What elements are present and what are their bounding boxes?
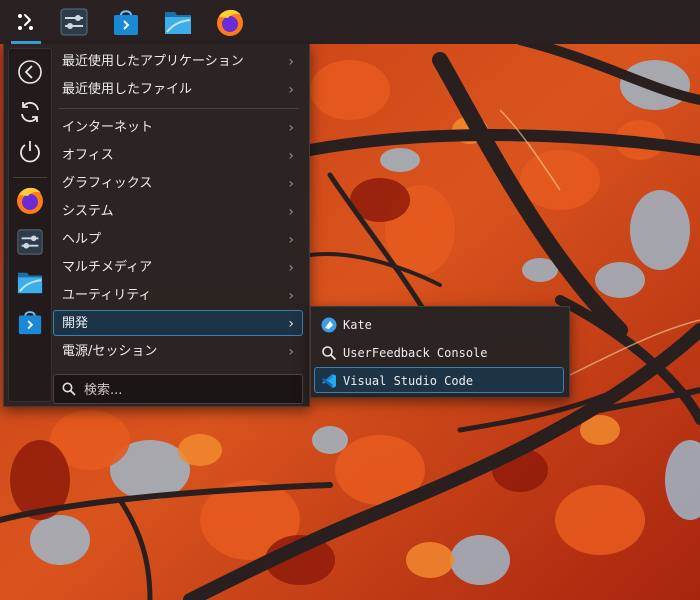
chevron-right-icon: › [288,54,294,70]
category-utilities[interactable]: ユーティリティ › [53,282,303,308]
power-icon [20,141,40,163]
app-label: Kate [343,318,372,332]
search-input[interactable] [82,379,296,401]
chevron-right-icon: › [288,82,294,98]
chevron-right-icon: › [288,288,294,304]
pinned-system-settings[interactable] [56,4,92,40]
category-label: グラフィックス [62,176,153,191]
firefox-icon [217,9,243,36]
back-button[interactable] [13,55,47,89]
app-kate[interactable]: Kate [314,311,564,337]
category-label: インターネット [62,120,154,135]
search-icon [62,382,76,396]
pinned-discover[interactable] [108,4,144,40]
category-development[interactable]: 開発 › [53,310,303,336]
category-help[interactable]: ヘルプ › [53,226,303,252]
app-label: Visual Studio Code [343,374,474,388]
app-userfeedback-console[interactable]: UserFeedback Console [314,339,564,365]
top-panel [0,0,700,44]
category-separator [59,108,299,109]
sidebar-separator [13,177,47,178]
chevron-right-icon: › [288,316,294,332]
category-power-session[interactable]: 電源/セッション › [53,338,303,364]
category-label: 最近使用したアプリケーション [62,54,244,69]
system-settings-icon [17,229,43,255]
favorite-discover[interactable] [13,305,47,339]
chevron-right-icon: › [288,176,294,192]
kde-launcher-icon [18,14,33,30]
search-field[interactable] [53,374,303,404]
dolphin-files-icon [165,12,191,34]
restart-button[interactable] [13,95,47,129]
category-recent-files[interactable]: 最近使用したファイル › [53,76,303,102]
chevron-right-icon: › [288,232,294,248]
chevron-right-icon: › [288,204,294,220]
back-icon [18,60,42,84]
favorite-firefox[interactable] [13,183,47,217]
category-label: マルチメディア [62,260,153,275]
pinned-dolphin[interactable] [160,4,196,40]
favorites-sidebar [8,48,52,402]
chevron-right-icon: › [288,120,294,136]
category-multimedia[interactable]: マルチメディア › [53,254,303,280]
category-label: 開発 [62,316,89,331]
favorite-system-settings[interactable] [13,225,47,259]
power-button[interactable] [13,135,47,169]
chevron-right-icon: › [288,344,294,360]
application-launcher-button[interactable] [8,4,44,44]
category-label: 電源/セッション [62,344,158,359]
system-settings-icon [60,8,88,36]
category-recent-applications[interactable]: 最近使用したアプリケーション › [53,48,303,74]
chevron-right-icon: › [288,148,294,164]
development-submenu: Kate UserFeedback Console Visual Studio … [310,306,570,398]
category-label: ユーティリティ [62,288,152,303]
magnifier-icon [322,346,337,361]
firefox-icon [17,187,43,214]
dolphin-files-icon [17,272,43,294]
kate-icon [321,317,337,333]
category-office[interactable]: オフィス › [53,142,303,168]
category-graphics[interactable]: グラフィックス › [53,170,303,196]
category-internet[interactable]: インターネット › [53,114,303,140]
category-label: システム [62,204,114,219]
app-label: UserFeedback Console [343,346,488,360]
discover-store-icon [18,311,42,335]
chevron-right-icon: › [288,260,294,276]
category-label: オフィス [62,148,114,163]
pinned-firefox[interactable] [212,4,248,40]
application-menu: 最近使用したアプリケーション › 最近使用したファイル › インターネット › … [3,44,310,407]
favorite-dolphin[interactable] [13,265,47,299]
category-label: 最近使用したファイル [62,82,193,97]
restart-icon [21,101,39,123]
app-visual-studio-code[interactable]: Visual Studio Code [314,367,564,393]
category-system[interactable]: システム › [53,198,303,224]
vscode-icon [322,374,336,388]
discover-store-icon [114,10,138,35]
category-label: ヘルプ [62,232,102,247]
